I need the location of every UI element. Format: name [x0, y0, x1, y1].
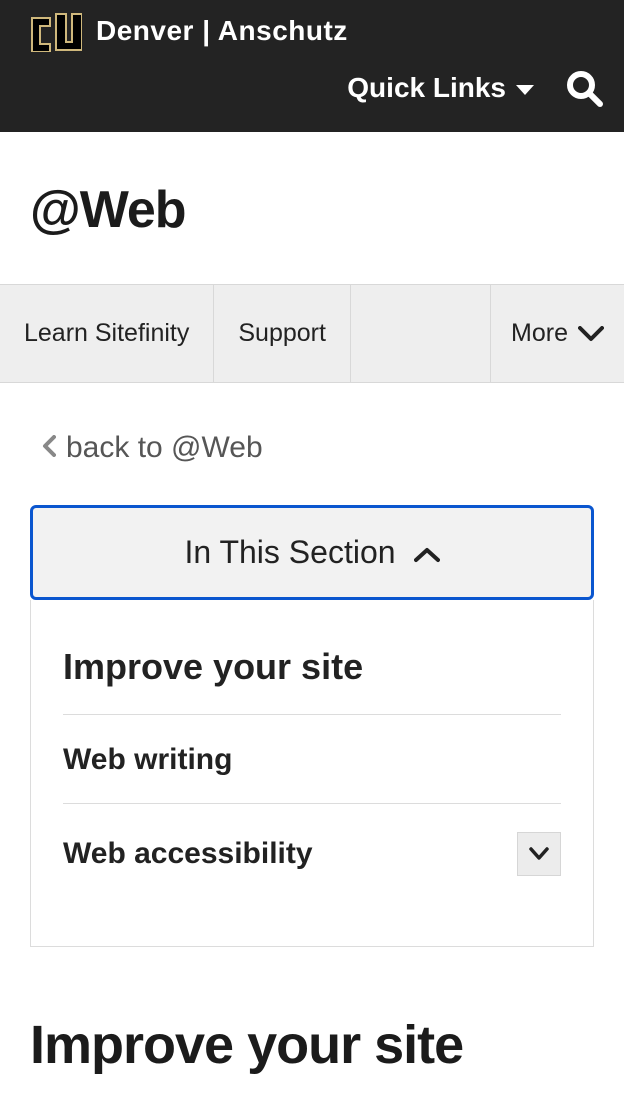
primary-nav: Learn Sitefinity Support More	[0, 284, 624, 383]
nav-tab-learn-sitefinity[interactable]: Learn Sitefinity	[0, 285, 214, 382]
section-item-improve-your-site[interactable]: Improve your site	[63, 618, 561, 715]
nav-tab-support[interactable]: Support	[214, 285, 351, 382]
in-this-section-toggle[interactable]: In This Section	[30, 505, 594, 600]
back-link[interactable]: back to @Web	[30, 383, 594, 505]
section-menu: Improve your site Web writing Web access…	[30, 600, 594, 947]
chevron-up-icon	[414, 534, 440, 571]
section-item-label: Improve your site	[63, 646, 363, 688]
in-this-section-label: In This Section	[184, 534, 395, 571]
chevron-down-icon	[578, 326, 604, 342]
nav-more-label: More	[511, 319, 568, 348]
section-item-web-accessibility[interactable]: Web accessibility	[63, 804, 561, 902]
expand-toggle[interactable]	[517, 832, 561, 876]
header-brand-row: Denver | Anschutz	[0, 0, 624, 54]
global-header: Denver | Anschutz Quick Links	[0, 0, 624, 132]
nav-tab-more[interactable]: More	[490, 285, 624, 382]
chevron-left-icon	[42, 431, 56, 465]
chevron-down-icon	[529, 847, 549, 861]
back-link-label: back to @Web	[66, 431, 263, 465]
quick-links-dropdown[interactable]: Quick Links	[347, 72, 534, 104]
header-utility-row: Quick Links	[0, 54, 624, 132]
cu-logo[interactable]	[30, 10, 82, 52]
page-heading: Improve your site	[30, 947, 594, 1074]
page-content: back to @Web In This Section Improve you…	[0, 383, 624, 1074]
section-item-label: Web accessibility	[63, 837, 313, 871]
campus-name[interactable]: Denver | Anschutz	[96, 15, 348, 47]
search-icon[interactable]	[564, 68, 604, 108]
site-title[interactable]: @Web	[30, 180, 594, 240]
section-item-label: Web writing	[63, 743, 232, 777]
section-item-web-writing[interactable]: Web writing	[63, 715, 561, 804]
quick-links-label: Quick Links	[347, 72, 506, 104]
site-title-region: @Web	[0, 132, 624, 284]
caret-down-icon	[516, 85, 534, 95]
